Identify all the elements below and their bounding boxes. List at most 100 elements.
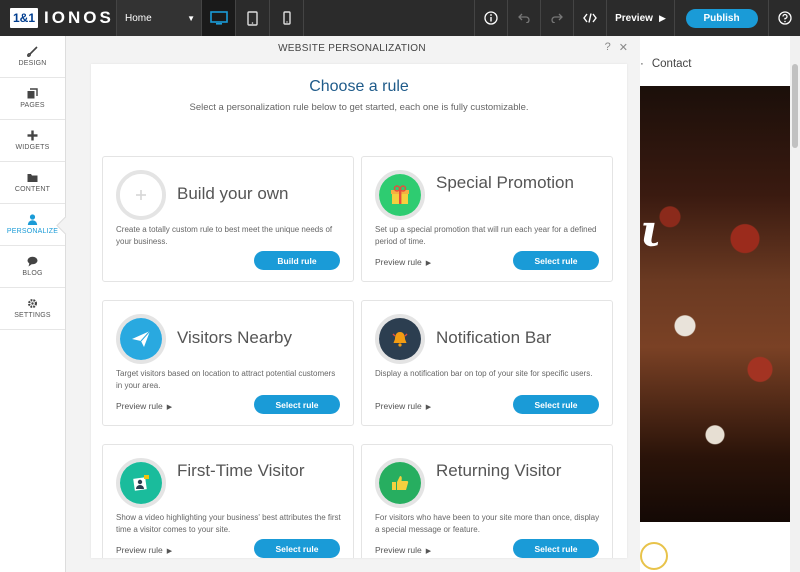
folder-icon [27,173,38,182]
modal-help-button[interactable]: ? [605,41,611,54]
card-icon-ring [375,170,425,220]
select-rule-button[interactable]: Select rule [513,251,599,270]
code-button[interactable] [573,0,606,36]
bell-icon [379,318,421,360]
play-icon: ▶ [164,548,173,555]
plus-icon [27,130,38,141]
thumbs-up-icon [379,462,421,504]
site-logo-mark [640,542,668,570]
tablet-icon [247,10,258,26]
card-icon-ring [116,314,166,364]
gift-icon [379,174,421,216]
card-description: Create a totally custom rule to best mee… [116,225,333,246]
info-button[interactable] [474,0,507,36]
card-title: Notification Bar [436,328,552,347]
video-user-icon [120,462,162,504]
sidebar-item-label: DESIGN [18,60,47,67]
chevron-down-icon: ▼ [187,13,195,23]
modal-body: Choose a rule Select a personalization r… [91,64,627,558]
select-rule-button[interactable]: Select rule [513,539,599,558]
page-scrollbar[interactable] [790,36,800,572]
card-icon-ring [116,458,166,508]
card-description: Show a video highlighting your business'… [116,513,341,534]
undo-button[interactable] [507,0,540,36]
preview-rule-link[interactable]: Preview rule ▶ [116,545,172,555]
card-title: Visitors Nearby [177,328,292,347]
sidebar-item-blog[interactable]: BLOG [0,246,65,288]
preview-rule-link[interactable]: Preview rule ▶ [116,401,172,411]
modal-title: WEBSITE PERSONALIZATION [278,43,426,54]
preview-rule-link[interactable]: Preview rule ▶ [375,401,431,411]
sidebar-item-design[interactable]: DESIGN [0,36,65,78]
sidebar-item-label: PAGES [20,102,45,109]
logo-text: IONOS [44,8,114,27]
desktop-icon [209,11,228,25]
card-title: Build your own [177,184,289,203]
site-preview: · Contact ι [640,36,800,572]
build-rule-button[interactable]: Build rule [254,251,340,270]
mobile-view-button[interactable] [270,0,304,36]
redo-button[interactable] [540,0,573,36]
preview-label: Preview [615,12,653,24]
tablet-view-button[interactable] [236,0,270,36]
preview-rule-label: Preview rule [375,401,422,411]
play-icon: ▶ [164,404,173,411]
help-button[interactable] [768,0,800,36]
code-icon [583,13,597,23]
redo-icon [551,13,563,23]
rule-card-visitors-nearby: Visitors Nearby Target visitors based on… [102,300,354,426]
rule-card-build-your-own: Build your own Create a totally custom r… [102,156,354,282]
rule-card-special-promotion: Special Promotion Set up a special promo… [361,156,613,282]
paper-plane-icon [120,318,162,360]
chat-icon [27,256,38,267]
card-title: Returning Visitor [436,461,562,480]
plus-icon [120,174,162,216]
left-sidebar: DESIGN PAGES WIDGETS CONTENT PERSONALIZE… [0,36,66,572]
sidebar-item-label: PERSONALIZE [6,228,59,235]
preview-rule-label: Preview rule [375,257,422,267]
sidebar-item-personalize[interactable]: PERSONALIZE [0,204,65,246]
select-rule-button[interactable]: Select rule [513,395,599,414]
brush-icon [27,46,38,57]
rule-card-first-time-visitor: First-Time Visitor Show a video highligh… [102,444,354,558]
preview-rule-label: Preview rule [116,401,163,411]
help-icon [777,11,792,25]
site-nav-contact[interactable]: Contact [652,58,692,70]
play-icon: ▶ [423,260,432,267]
sidebar-item-widgets[interactable]: WIDGETS [0,120,65,162]
card-icon-ring [375,458,425,508]
sidebar-item-label: BLOG [22,270,43,277]
sidebar-item-label: WIDGETS [15,144,50,151]
hero-script-glyph: ι [640,206,662,257]
site-hero-image: ι [640,86,790,522]
undo-icon [518,13,530,23]
card-title: Special Promotion [436,173,574,192]
preview-button[interactable]: Preview ▶ [606,0,674,36]
desktop-view-button[interactable] [202,0,236,36]
card-description: Target visitors based on location to att… [116,369,336,390]
rule-card-returning-visitor: Returning Visitor For visitors who have … [361,444,613,558]
select-rule-button[interactable]: Select rule [254,539,340,558]
page-select[interactable]: Home ▼ [116,0,202,36]
card-title: First-Time Visitor [177,461,305,480]
device-switcher [202,0,304,36]
choose-subheading: Select a personalization rule below to g… [189,102,529,113]
select-rule-button[interactable]: Select rule [254,395,340,414]
phone-icon [282,11,291,25]
modal-actions: ? ✕ [605,41,628,54]
sidebar-item-settings[interactable]: SETTINGS [0,288,65,330]
top-toolbar: 1&1 IONOS Home ▼ Preview ▶ Publish [0,0,800,36]
sidebar-item-content[interactable]: CONTENT [0,162,65,204]
card-icon-ring [375,314,425,364]
modal-close-button[interactable]: ✕ [619,41,628,54]
preview-rule-link[interactable]: Preview rule ▶ [375,257,431,267]
sidebar-item-pages[interactable]: PAGES [0,78,65,120]
nav-separator-icon: · [640,58,644,70]
publish-button[interactable]: Publish [685,8,758,28]
preview-rule-link[interactable]: Preview rule ▶ [375,545,431,555]
preview-rule-label: Preview rule [116,545,163,555]
ionos-logo[interactable]: 1&1 IONOS [0,0,116,36]
scrollbar-thumb[interactable] [792,64,798,148]
site-nav: · Contact [640,58,691,70]
